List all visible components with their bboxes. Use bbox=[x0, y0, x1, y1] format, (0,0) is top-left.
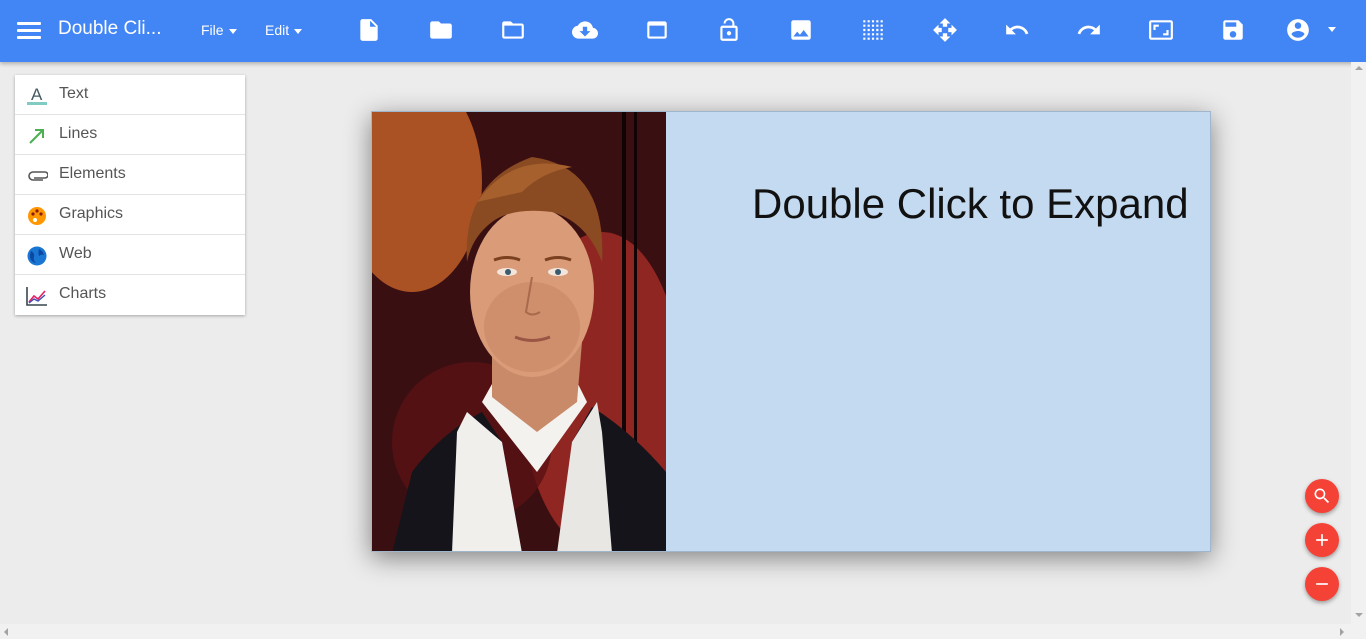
chevron-down-icon bbox=[228, 28, 237, 34]
hamburger-menu-icon[interactable] bbox=[17, 21, 41, 39]
scroll-down-arrow-icon[interactable] bbox=[1355, 613, 1363, 617]
undo-icon[interactable] bbox=[1003, 16, 1031, 44]
account-chevron-down-icon[interactable] bbox=[1328, 27, 1336, 32]
slide-title-text[interactable]: Double Click to Expand bbox=[752, 180, 1189, 228]
file-menu-label: File bbox=[201, 22, 224, 38]
folder-icon[interactable] bbox=[427, 16, 455, 44]
fit-screen-icon[interactable] bbox=[1147, 16, 1175, 44]
text-format-icon: A bbox=[26, 85, 48, 107]
globe-icon bbox=[26, 245, 48, 267]
sidebar-item-charts[interactable]: Charts bbox=[15, 275, 245, 315]
redo-icon[interactable] bbox=[1075, 16, 1103, 44]
sidebar-item-label: Web bbox=[59, 245, 92, 262]
scrollbar-thumb[interactable] bbox=[18, 627, 1328, 636]
scroll-right-arrow-icon[interactable] bbox=[1340, 628, 1344, 636]
file-menu-button[interactable]: File bbox=[201, 22, 237, 38]
slide-canvas[interactable]: Double Click to Expand bbox=[371, 111, 1211, 552]
image-icon[interactable] bbox=[787, 16, 815, 44]
open-folder-icon[interactable] bbox=[499, 16, 527, 44]
zoom-search-button[interactable] bbox=[1305, 479, 1339, 513]
cloud-download-icon[interactable] bbox=[571, 16, 599, 44]
unlock-icon[interactable] bbox=[715, 16, 743, 44]
zoom-out-button[interactable] bbox=[1305, 567, 1339, 601]
sidebar-item-label: Charts bbox=[59, 285, 107, 302]
paperclip-icon bbox=[26, 165, 48, 187]
sidebar-item-label: Graphics bbox=[59, 205, 124, 222]
portrait-photo[interactable] bbox=[372, 112, 666, 551]
sidebar-item-label: Text bbox=[59, 85, 89, 102]
sidebar-item-elements[interactable]: Elements bbox=[15, 155, 245, 195]
account-icon[interactable] bbox=[1284, 16, 1312, 44]
sidebar-item-graphics[interactable]: Graphics bbox=[15, 195, 245, 235]
document-title[interactable]: Double Cli... bbox=[58, 18, 162, 40]
svg-text:A: A bbox=[31, 85, 43, 104]
top-toolbar: Double Cli... File Edit bbox=[0, 0, 1366, 62]
line-chart-icon bbox=[26, 285, 48, 307]
grid-icon[interactable] bbox=[859, 16, 887, 44]
arrow-line-icon bbox=[26, 125, 48, 147]
zoom-in-button[interactable] bbox=[1305, 523, 1339, 557]
insert-sidebar-menu: A Text Lines Elements Graphics Web Chart… bbox=[15, 75, 245, 315]
horizontal-scrollbar[interactable] bbox=[0, 624, 1366, 639]
move-icon[interactable] bbox=[931, 16, 959, 44]
sidebar-item-label: Elements bbox=[59, 165, 126, 182]
zoom-search-icon bbox=[1314, 488, 1330, 504]
sidebar-item-lines[interactable]: Lines bbox=[15, 115, 245, 155]
zoom-in-icon bbox=[1316, 534, 1328, 546]
vertical-scrollbar[interactable] bbox=[1351, 62, 1366, 624]
sidebar-item-text[interactable]: A Text bbox=[15, 75, 245, 115]
edit-menu-button[interactable]: Edit bbox=[265, 22, 303, 38]
save-icon[interactable] bbox=[1219, 16, 1247, 44]
window-icon[interactable] bbox=[643, 16, 671, 44]
scroll-up-arrow-icon[interactable] bbox=[1355, 66, 1363, 70]
palette-icon bbox=[26, 205, 48, 227]
new-document-icon[interactable] bbox=[355, 16, 383, 44]
sidebar-item-label: Lines bbox=[59, 125, 98, 142]
chevron-down-icon bbox=[294, 28, 303, 34]
zoom-out-icon bbox=[1316, 583, 1328, 585]
scroll-left-arrow-icon[interactable] bbox=[4, 628, 8, 636]
edit-menu-label: Edit bbox=[265, 22, 290, 38]
sidebar-item-web[interactable]: Web bbox=[15, 235, 245, 275]
